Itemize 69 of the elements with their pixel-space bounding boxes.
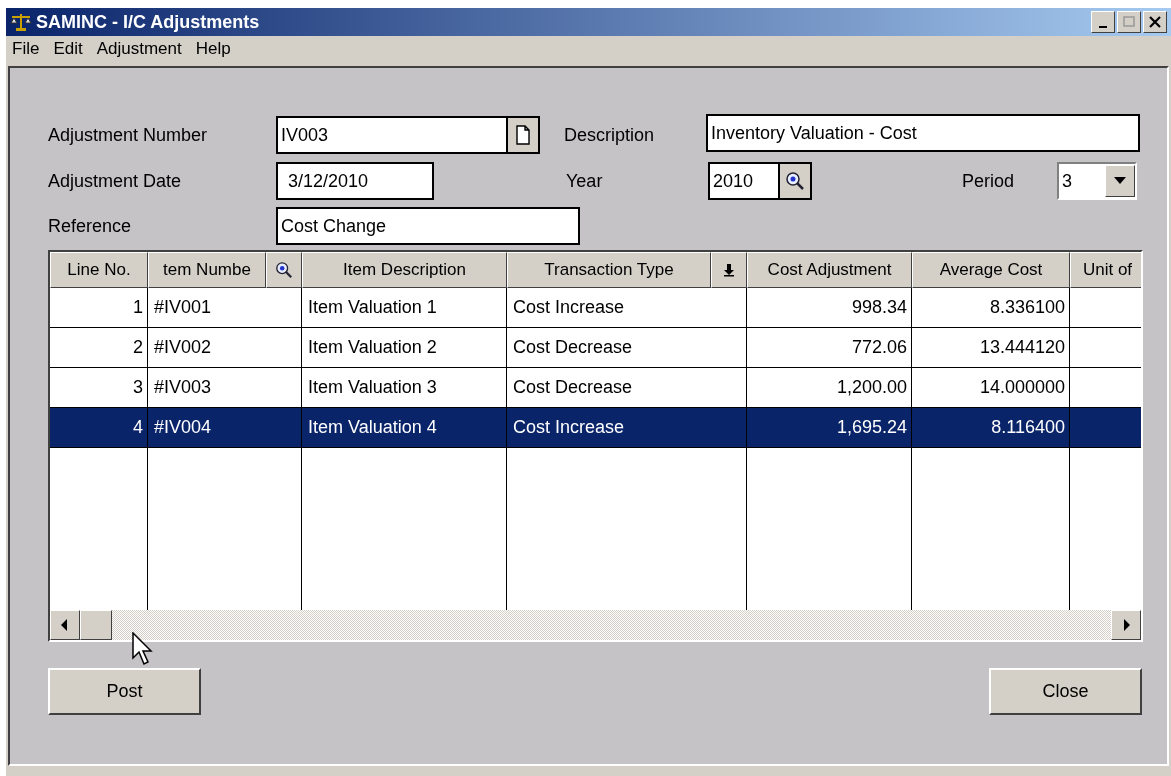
field-label: Reference	[48, 215, 133, 237]
table-cell: Item Valuation 3	[308, 377, 437, 398]
field-label: Period	[962, 170, 1016, 192]
scales-icon	[10, 12, 32, 32]
menu-item[interactable]: Edit	[53, 39, 83, 59]
table-cell: 14.000000	[979, 377, 1065, 398]
adjustment-number-field[interactable]: IV003	[276, 116, 540, 154]
table-cell: Item Valuation 1	[308, 297, 437, 318]
table-cell: #IV001	[154, 297, 212, 318]
year-field[interactable]: 2010	[708, 162, 812, 200]
new-document-icon[interactable]	[506, 118, 538, 152]
table-cell: 2	[133, 337, 143, 358]
scroll-thumb[interactable]	[80, 610, 112, 640]
table-cell: 1	[133, 297, 143, 318]
window-title: SAMINC - I/C Adjustments	[36, 11, 260, 33]
reference-field[interactable]: Cost Change	[276, 207, 580, 245]
adjustment-date-field[interactable]: 3/12/2010	[276, 162, 434, 200]
menu-item[interactable]: Help	[195, 39, 231, 59]
table-cell: Item Valuation 4	[308, 417, 437, 438]
table-row[interactable]: 3 #IV003 Item Valuation 3 Cost Decrease 1,200.00 14.000000	[50, 368, 1141, 408]
minimize-icon	[1099, 26, 1107, 28]
field-label: Adjustment Number	[48, 124, 209, 146]
table-row[interactable]: 2 #IV002 Item Valuation 2 Cost Decrease 772.06 13.444120	[50, 328, 1141, 368]
column-header[interactable]: Cost Adjustment	[747, 252, 912, 288]
table-row[interactable]: 1 #IV001 Item Valuation 1 Cost Increase 998.34 8.336100	[50, 288, 1141, 328]
search-icon[interactable]	[778, 164, 810, 198]
table-cell: #IV004	[154, 417, 212, 438]
table-cell: #IV002	[154, 337, 212, 358]
description-field[interactable]: Inventory Valuation - Cost	[706, 114, 1140, 152]
close-button[interactable]	[1143, 11, 1167, 33]
field-label: Adjustment Date	[48, 170, 183, 192]
left-arrow-icon	[61, 619, 69, 631]
column-header[interactable]: Unit of	[1070, 252, 1141, 288]
table-cell: Cost Decrease	[513, 337, 633, 358]
table-cell: 772.06	[851, 337, 907, 358]
action-button[interactable]: Post	[48, 668, 201, 715]
column-header[interactable]: Item Description	[302, 252, 507, 288]
column-header[interactable]: Average Cost	[912, 252, 1070, 288]
column-header[interactable]: Line No.	[50, 252, 148, 288]
table-cell: #IV003	[154, 377, 212, 398]
scroll-right-button[interactable]	[1111, 610, 1141, 640]
table-cell: 8.116400	[991, 417, 1065, 438]
table-row[interactable]: 4 #IV004 Item Valuation 4 Cost Increase 1,695.24 8.116400	[50, 408, 1141, 448]
column-header[interactable]: tem Numbe	[148, 252, 266, 288]
table-cell: 998.34	[851, 297, 907, 318]
table-cell: Cost Increase	[513, 297, 625, 318]
table-cell: 13.444120	[979, 337, 1065, 358]
table-cell: Cost Increase	[513, 417, 625, 438]
horizontal-scrollbar[interactable]	[50, 610, 1141, 640]
table-cell: Cost Decrease	[513, 377, 633, 398]
table-cell: Item Valuation 2	[308, 337, 437, 358]
table-cell: 1,200.00	[836, 377, 907, 398]
minimize-button[interactable]	[1091, 11, 1115, 33]
close-icon	[1149, 16, 1161, 28]
action-button[interactable]: Close	[989, 668, 1142, 715]
period-dropdown[interactable]: 3	[1057, 162, 1137, 200]
table-cell: 4	[133, 417, 143, 438]
table-cell: 3	[133, 377, 143, 398]
menu-item[interactable]: File	[12, 39, 40, 59]
maximize-button[interactable]	[1117, 11, 1141, 33]
table-cell: 8.336100	[989, 297, 1065, 318]
field-label: Year	[566, 170, 604, 192]
column-header[interactable]: Transaction Type	[507, 252, 711, 288]
scroll-left-button[interactable]	[50, 610, 80, 640]
right-arrow-icon	[1122, 619, 1130, 631]
menu-item[interactable]: Adjustment	[96, 39, 182, 59]
field-label: Description	[564, 124, 656, 146]
maximize-icon	[1123, 16, 1135, 28]
table-cell: 1,695.24	[836, 417, 907, 438]
